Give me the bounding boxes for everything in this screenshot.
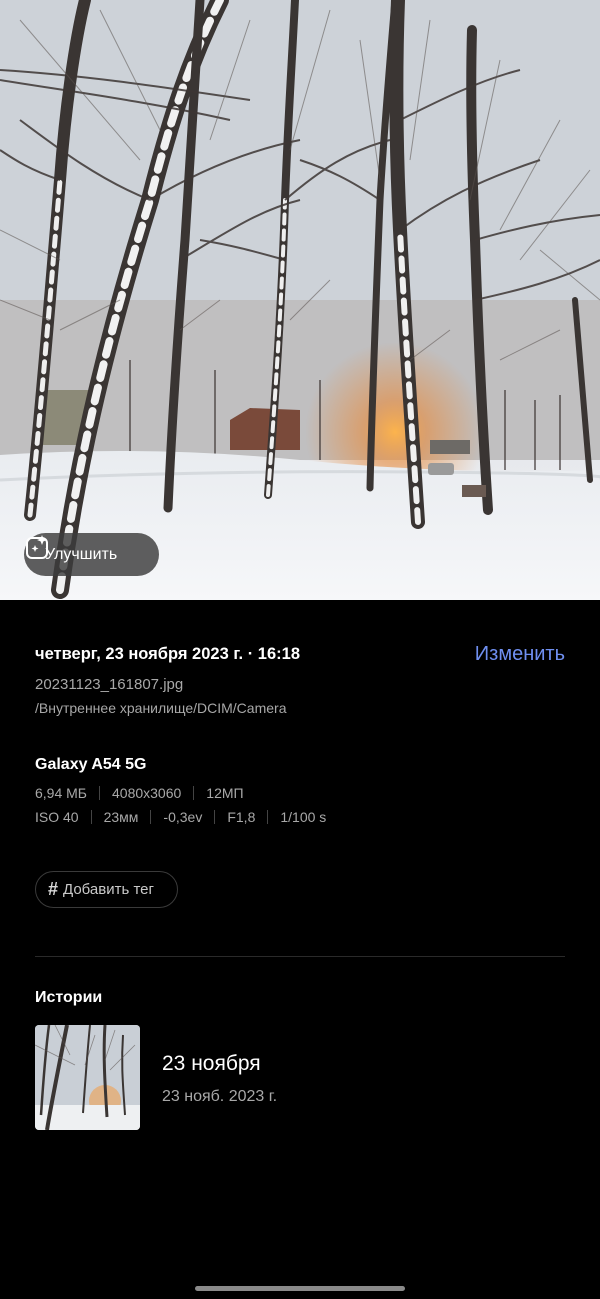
details-panel: четверг, 23 ноября 2023 г. · 16:18 Измен… [0, 600, 600, 1299]
shutter-speed: 1/100 s [280, 809, 327, 825]
file-path: /Внутреннее хранилище/DCIM/Camera [35, 700, 287, 716]
stories-heading: Истории [35, 989, 103, 1006]
story-title: 23 ноября [162, 1052, 261, 1075]
enhance-button[interactable]: Улучшить [24, 533, 159, 576]
divider [35, 956, 565, 957]
add-tag-button[interactable]: # Добавить тег [35, 871, 178, 908]
separator [267, 810, 269, 824]
add-tag-label: Добавить тег [63, 881, 154, 898]
photo-datetime: четверг, 23 ноября 2023 г. · 16:18 [35, 645, 301, 663]
file-size: 6,94 МБ [35, 785, 87, 801]
story-item[interactable]: 23 ноября 23 нояб. 2023 г. [35, 1025, 515, 1131]
story-thumbnail [35, 1025, 140, 1130]
separator [150, 810, 152, 824]
megapixels: 12МП [206, 785, 244, 801]
device-name: Galaxy A54 5G [35, 756, 147, 773]
exposure-compensation: -0,3ev [163, 809, 203, 825]
edit-details-button[interactable]: Изменить [475, 643, 565, 666]
file-specs-row: 6,94 МБ 4080x3060 12МП [35, 785, 244, 801]
photo-viewer[interactable]: Улучшить [0, 0, 600, 600]
home-indicator[interactable] [195, 1286, 405, 1291]
camera-specs-row: ISO 40 23мм -0,3ev F1,8 1/100 s [35, 809, 326, 825]
enhance-label: Улучшить [45, 545, 118, 563]
file-name: 20231123_161807.jpg [35, 676, 184, 693]
winter-birch-photo [0, 0, 600, 600]
enhance-sparkle-icon [26, 535, 48, 559]
hash-icon: # [48, 879, 59, 899]
resolution: 4080x3060 [112, 785, 182, 801]
focal-length: 23мм [103, 809, 139, 825]
separator [90, 810, 92, 824]
separator [193, 786, 195, 800]
story-date: 23 нояб. 2023 г. [162, 1088, 278, 1105]
iso: ISO 40 [35, 809, 79, 825]
separator [99, 786, 100, 800]
separator [214, 810, 216, 824]
aperture: F1,8 [227, 809, 256, 825]
